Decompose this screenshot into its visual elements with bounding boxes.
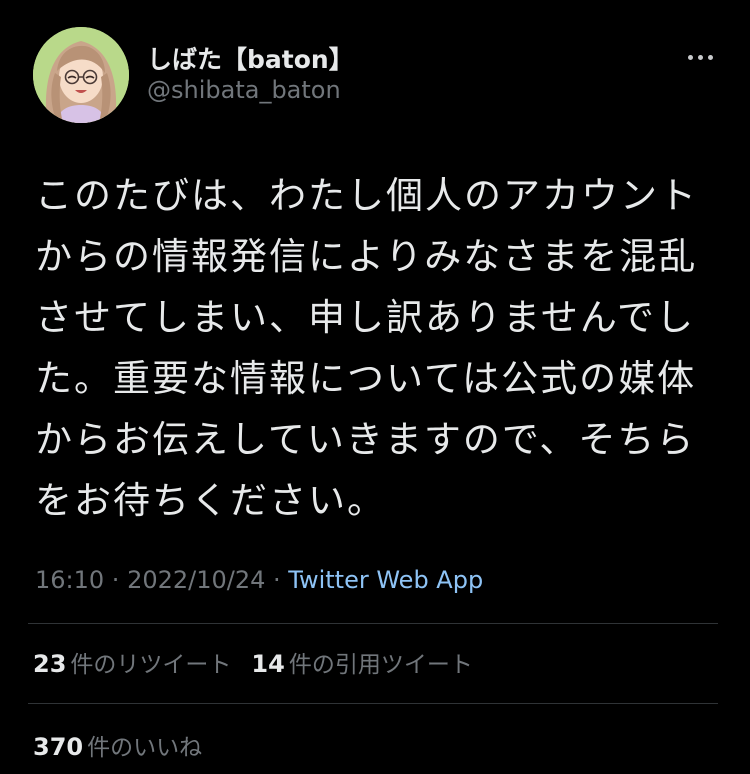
stats-row-likes: 370 件のいいね <box>33 728 222 762</box>
tweet-text: このたびは、わたし個人のアカウント からの情報発信によりみなさまを混乱 させてし… <box>35 165 715 531</box>
user-handle[interactable]: @shibata_baton <box>147 76 341 104</box>
stats-row-retweets: 23 件のリツイート 14 件の引用ツイート <box>33 645 493 679</box>
avatar[interactable] <box>33 27 129 123</box>
meta-separator: · <box>104 566 128 594</box>
user-avatar-icon <box>33 27 129 123</box>
tweet-time[interactable]: 16:10 <box>35 566 104 594</box>
retweets-count: 23 <box>33 650 67 678</box>
retweets-stat[interactable]: 23 件のリツイート <box>33 645 231 679</box>
retweets-label: 件のリツイート <box>70 652 232 678</box>
tweet-date[interactable]: 2022/10/24 <box>127 566 265 594</box>
display-name[interactable]: しばた【baton】 <box>147 40 354 76</box>
more-horizontal-icon <box>687 54 693 60</box>
more-horizontal-icon-dot <box>697 54 703 60</box>
divider <box>28 703 718 704</box>
tweet-text-line: からお伝えしていきますので、そちら <box>35 418 696 461</box>
tweet-text-line: このたびは、わたし個人のアカウント <box>35 174 698 217</box>
tweet-text-line: をお待ちください。 <box>35 479 386 522</box>
more-horizontal-icon-dot <box>707 54 713 60</box>
quotes-count: 14 <box>251 650 285 678</box>
tweet-text-line: からの情報発信によりみなさまを混乱 <box>35 235 698 278</box>
tweet-detail: しばた【baton】 @shibata_baton このたびは、わたし個人のアカ… <box>0 0 750 774</box>
more-options-button[interactable] <box>678 42 722 72</box>
likes-count: 370 <box>33 733 84 761</box>
divider <box>28 623 718 624</box>
tweet-text-line: させてしまい、申し訳ありませんでし <box>35 296 696 339</box>
likes-label: 件のいいね <box>87 735 203 761</box>
tweet-text-line: た。重要な情報については公式の媒体 <box>35 357 697 400</box>
tweet-source-link[interactable]: Twitter Web App <box>288 566 483 594</box>
likes-stat[interactable]: 370 件のいいね <box>33 728 202 762</box>
tweet-meta: 16:10 · 2022/10/24 · Twitter Web App <box>35 566 483 594</box>
quotes-stat[interactable]: 14 件の引用ツイート <box>251 645 472 679</box>
quotes-label: 件の引用ツイート <box>288 652 473 678</box>
meta-separator: · <box>265 566 289 594</box>
